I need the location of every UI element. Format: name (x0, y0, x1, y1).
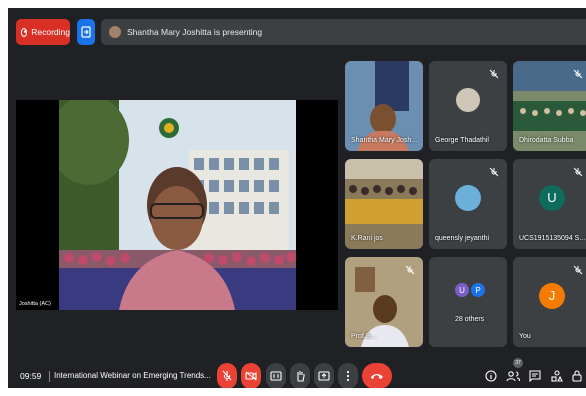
participant-avatar: U (539, 184, 565, 211)
participant-name: UCS1915135094 S... (519, 235, 586, 242)
people-button[interactable] (505, 368, 521, 384)
others-avatars: U P (455, 283, 485, 297)
participant-tile[interactable]: queensly jeyanthi (429, 159, 507, 249)
captions-button[interactable] (266, 363, 286, 388)
recording-indicator[interactable]: Recording (16, 19, 70, 45)
clock: 09:59 (20, 371, 42, 381)
participant-name: Prof.S... (351, 333, 377, 340)
record-icon (21, 27, 28, 37)
presentation-stage: Joshitta (AC) (16, 100, 338, 310)
activities-icon (551, 370, 563, 382)
mic-off-icon (489, 69, 499, 79)
participant-avatar (455, 184, 481, 211)
self-label: You (519, 333, 531, 340)
host-controls-icon (572, 370, 582, 382)
present-screen-icon (81, 26, 91, 38)
participant-tile[interactable]: George Thadathil (429, 61, 507, 151)
mic-off-icon (405, 265, 415, 275)
participant-tile[interactable]: Shantha Mary Josh... (345, 61, 423, 151)
presenting-text: Shantha Mary Joshitta is presenting (127, 27, 263, 37)
recording-label: Recording (31, 27, 70, 37)
presenting-banner: Shantha Mary Joshitta is presenting (101, 19, 586, 45)
participant-name: queensly jeyanthi (435, 235, 490, 242)
presenter-scene (59, 100, 296, 310)
mic-off-icon (573, 69, 583, 79)
participant-name: George Thadathil (435, 137, 489, 144)
mic-off-icon (489, 167, 499, 177)
host-controls-button[interactable] (569, 368, 585, 384)
others-avatar: P (471, 283, 485, 297)
present-icon (318, 371, 330, 381)
mic-off-icon (222, 370, 232, 381)
presenter-name-label: Joshitta (AC) (19, 301, 51, 307)
participant-name: K.Rani jos (351, 235, 383, 242)
mic-off-icon (573, 167, 583, 177)
others-count: 28 others (455, 316, 485, 323)
others-avatar: U (455, 283, 469, 297)
end-call-button[interactable] (362, 363, 392, 388)
raise-hand-button[interactable] (290, 363, 310, 388)
camera-button[interactable] (241, 363, 261, 388)
chat-button[interactable] (527, 368, 543, 384)
mic-off-icon (573, 265, 583, 275)
others-tile[interactable]: U P 28 others (429, 257, 507, 347)
divider (49, 371, 50, 382)
meet-window: Recording Shantha Mary Joshitta is prese… (8, 8, 586, 388)
activities-button[interactable] (549, 368, 565, 384)
meeting-title: International Webinar on Emerging Trends… (54, 371, 211, 380)
present-button[interactable] (314, 363, 334, 388)
camera-off-icon (245, 371, 257, 381)
end-call-icon (371, 374, 383, 379)
more-options-button[interactable] (338, 363, 358, 388)
people-icon (506, 371, 520, 382)
more-options-icon (346, 370, 350, 382)
participant-name: Shantha Mary Josh... (351, 137, 418, 144)
participant-tile[interactable]: K.Rani jos (345, 159, 423, 249)
participant-tile[interactable]: Dhirodatta Subba (513, 61, 586, 151)
participant-avatar (456, 87, 480, 112)
self-avatar: J (539, 282, 565, 309)
participant-name: Dhirodatta Subba (519, 137, 574, 144)
participant-tile[interactable]: Prof.S... (345, 257, 423, 347)
chat-icon (529, 370, 541, 382)
presenter-video (59, 100, 296, 310)
meeting-details-button[interactable] (483, 368, 499, 384)
raise-hand-icon (297, 371, 305, 382)
present-screen-button[interactable] (77, 19, 95, 45)
self-tile[interactable]: J You (513, 257, 586, 347)
captions-icon (270, 371, 282, 381)
presenter-avatar (109, 26, 121, 38)
participant-tile[interactable]: U UCS1915135094 S... (513, 159, 586, 249)
mic-button[interactable] (217, 363, 237, 388)
participants-badge: 37 (513, 358, 523, 368)
info-icon (485, 370, 497, 382)
